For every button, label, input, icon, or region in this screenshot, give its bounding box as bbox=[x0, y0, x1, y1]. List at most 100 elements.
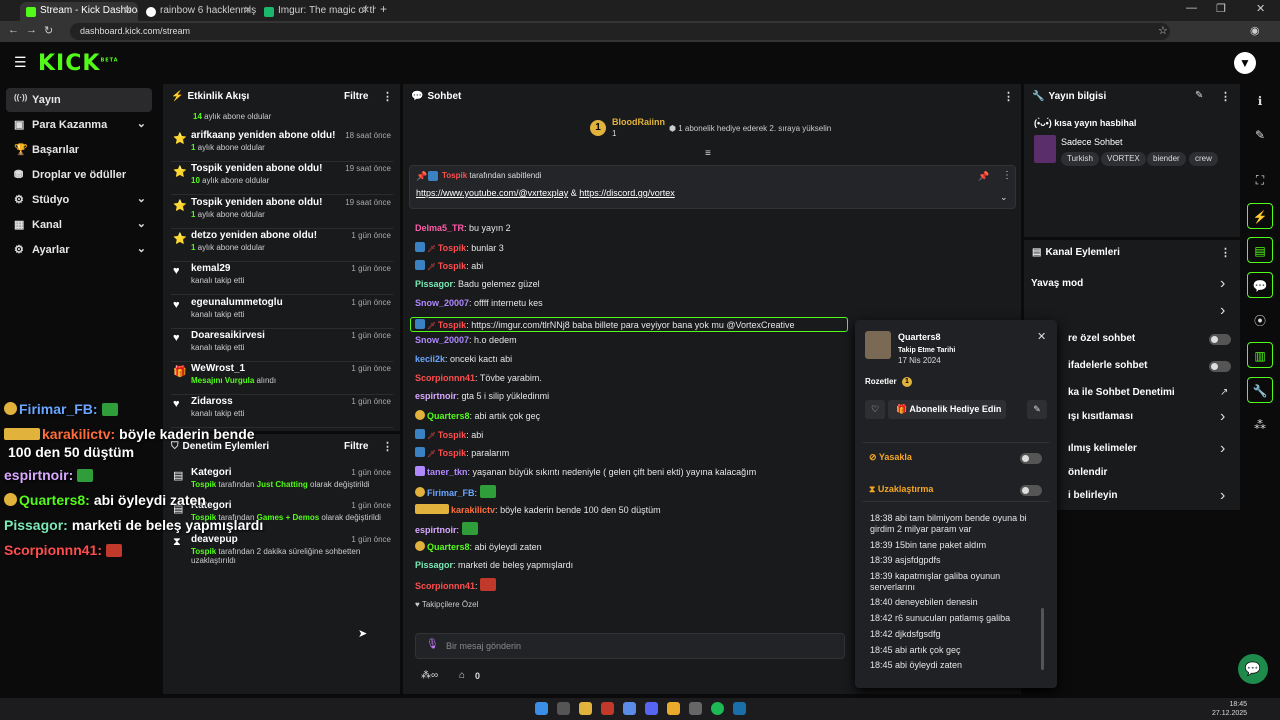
gift-sub-button[interactable]: 🎁 Abonelik Hediye Edin bbox=[888, 400, 1006, 419]
points-icon[interactable]: ⁂∞ bbox=[421, 670, 438, 681]
reload-icon[interactable]: ↻ bbox=[44, 24, 53, 37]
channel-action-item[interactable]: önlendir bbox=[1068, 467, 1107, 478]
chevron-down-icon[interactable]: ⌄ bbox=[137, 192, 146, 205]
channel-action-item[interactable]: i belirleyin bbox=[1068, 490, 1117, 501]
chat-username[interactable]: Tospik bbox=[438, 430, 466, 440]
chat-icon[interactable]: 💬 bbox=[1247, 272, 1273, 298]
activity-filter-button[interactable]: Filtre bbox=[344, 91, 368, 102]
avatar[interactable]: ▼ bbox=[1234, 52, 1256, 74]
chat-input[interactable]: 🎙 Bir mesaj gönderin bbox=[415, 633, 845, 659]
microphone-icon[interactable]: 🎙 bbox=[426, 639, 439, 650]
activity-item[interactable]: ⭐ detzo yeniden abone oldu! 1 aylık abone … bbox=[171, 229, 393, 262]
url-field[interactable]: dashboard.kick.com/stream bbox=[70, 23, 1170, 40]
discord-link[interactable]: https://discord.gg/vortex bbox=[579, 188, 675, 198]
minimize-icon[interactable]: — bbox=[1186, 2, 1197, 14]
close-tab-icon[interactable]: ✕ bbox=[244, 5, 252, 16]
crop-icon[interactable]: ⛶ bbox=[1247, 167, 1273, 193]
chat-username[interactable]: espirtnoir bbox=[415, 525, 457, 535]
new-tab-icon[interactable]: + bbox=[380, 2, 387, 16]
kick-logo[interactable]: KICKBETA bbox=[38, 51, 119, 76]
pinned-more-icon[interactable]: ⋮ bbox=[1002, 170, 1012, 181]
ban-toggle[interactable] bbox=[1020, 453, 1042, 464]
mod-tools-icon[interactable]: ✎ bbox=[1027, 400, 1047, 419]
chat-message[interactable]: 🗡 Tospik: https://imgur.com/tlrNNj8 baba… bbox=[410, 316, 848, 332]
sidebar-item[interactable]: ⛃ Droplar ve ödüller bbox=[6, 163, 152, 187]
setting-toggle[interactable] bbox=[1209, 361, 1231, 372]
maximize-icon[interactable]: ❐ bbox=[1216, 2, 1226, 15]
chat-username[interactable]: Tospik bbox=[438, 243, 466, 253]
activity-more-icon[interactable]: ⋮ bbox=[382, 90, 393, 103]
edit-icon[interactable]: ✎ bbox=[1195, 90, 1203, 101]
chat-username[interactable]: taner_tkn bbox=[427, 467, 468, 477]
gift-cta[interactable]: ⬢ 1 abonelik hediye ederek 2. sıraya yük… bbox=[669, 124, 831, 133]
chrome-icon[interactable] bbox=[667, 702, 680, 715]
lightning-icon[interactable]: ⚡ bbox=[1247, 203, 1273, 229]
pencil-icon[interactable]: ✎ bbox=[1247, 122, 1273, 148]
obs-icon[interactable] bbox=[689, 702, 702, 715]
chat-message[interactable]: Pissagor: Badu gelemez güzel bbox=[415, 279, 540, 289]
spotify-icon[interactable] bbox=[711, 702, 724, 715]
chevron-right-icon[interactable]: › bbox=[1220, 408, 1225, 426]
chat-username[interactable]: Tospik bbox=[438, 261, 466, 271]
close-window-icon[interactable]: ✕ bbox=[1256, 2, 1265, 15]
chat-username[interactable]: kecii2k bbox=[415, 354, 445, 364]
chat-message[interactable]: Pissagor: marketi de beleş yapmışlardı bbox=[415, 560, 573, 570]
chat-username[interactable]: Delma5_TR bbox=[415, 223, 464, 233]
chat-message[interactable]: 🗡 Tospik: bunlar 3 bbox=[415, 241, 504, 253]
calendar-icon[interactable] bbox=[601, 702, 614, 715]
moderator-name[interactable]: Tospik bbox=[191, 547, 216, 556]
file-explorer-icon[interactable] bbox=[579, 702, 592, 715]
app-icon[interactable] bbox=[623, 702, 636, 715]
pinned-by-user[interactable]: Tospik bbox=[442, 171, 467, 180]
chevron-right-icon[interactable]: › bbox=[1220, 440, 1225, 458]
browser-tab-kick[interactable]: Stream - Kick Dashboard ✕ bbox=[20, 2, 138, 21]
channel-action-item[interactable]: ışı kısıtlaması bbox=[1068, 411, 1133, 422]
forward-icon[interactable]: → bbox=[26, 24, 37, 36]
chat-message[interactable]: karakilictv: böyle kaderin bende 100 den… bbox=[415, 503, 661, 515]
chevron-right-icon[interactable]: › bbox=[1220, 302, 1225, 320]
unpin-icon[interactable]: 📌 bbox=[978, 171, 989, 182]
channel-actions-more-icon[interactable]: ⋮ bbox=[1220, 246, 1231, 259]
activity-item[interactable]: ♥ kemal29 kanalı takip etti 1 gün önce bbox=[171, 262, 393, 296]
gift-leader-name[interactable]: BloodRaiinn bbox=[612, 117, 665, 127]
chat-message[interactable]: taner_tkn: yaşanan büyük sıkıntı nedeniy… bbox=[415, 466, 756, 477]
moderator-name[interactable]: Tospik bbox=[191, 480, 216, 489]
activity-item[interactable]: 🎁 WeWrost_1 Mesajını Vurgula alındı 1 gün ö… bbox=[171, 362, 393, 396]
sidebar-item[interactable]: ((·)) Yayın bbox=[6, 88, 152, 112]
chat-message[interactable]: Scorpionnn41: Tövbe yarabim. bbox=[415, 373, 542, 383]
chat-message[interactable]: Delma5_TR: bu yayın 2 bbox=[415, 223, 511, 233]
channel-action-item[interactable]: ka ile Sohbet Denetimi bbox=[1068, 387, 1175, 398]
chat-message[interactable]: Scorpionnn41: bbox=[415, 578, 497, 592]
close-icon[interactable]: ✕ bbox=[1037, 330, 1046, 343]
youtube-link[interactable]: https://www.youtube.com/@vxrtexplay bbox=[416, 188, 568, 198]
search-icon[interactable] bbox=[557, 702, 570, 715]
chat-more-icon[interactable]: ⋮ bbox=[1003, 90, 1014, 103]
chat-username[interactable]: Scorpionnn41 bbox=[415, 581, 475, 591]
external-link-icon[interactable]: ↗ bbox=[1220, 387, 1228, 398]
chat-username[interactable]: Quarters8 bbox=[427, 542, 470, 552]
chat-username[interactable]: Tospik bbox=[438, 448, 466, 458]
channel-action-item[interactable]: ifadelerle sohbet bbox=[1068, 360, 1147, 371]
chevron-down-icon[interactable]: ⌄ bbox=[137, 242, 146, 255]
sidebar-item[interactable]: ⚙ Ayarlar ⌄ bbox=[6, 238, 152, 262]
chevron-right-icon[interactable]: › bbox=[1220, 275, 1225, 293]
chat-message[interactable]: 🗡 Tospik: abi bbox=[415, 428, 483, 440]
activity-item[interactable]: ⭐ Tospik yeniden abone oldu! 1 aylık abone… bbox=[171, 196, 393, 229]
sidebar-item[interactable]: ▣ Para Kazanma ⌄ bbox=[6, 113, 152, 137]
start-icon[interactable] bbox=[535, 702, 548, 715]
chat-message[interactable]: 🗡 Tospik: paralarım bbox=[415, 447, 509, 458]
moderation-filter-button[interactable]: Filtre bbox=[344, 441, 368, 452]
chat-message[interactable]: Snow_20007: offff internetu kes bbox=[415, 298, 543, 308]
activity-item[interactable]: ♥ Doaresaikirvesi kanalı takip etti 1 gün ö… bbox=[171, 329, 393, 362]
chat-username[interactable]: Tospik bbox=[438, 320, 466, 330]
moderation-more-icon[interactable]: ⋮ bbox=[382, 440, 393, 453]
chat-username[interactable]: Pissagor bbox=[415, 279, 453, 289]
setting-toggle[interactable] bbox=[1209, 334, 1231, 345]
close-tab-icon[interactable]: ✕ bbox=[362, 5, 370, 16]
clock[interactable]: 18:45 27.12.2025 bbox=[1212, 700, 1247, 718]
chat-username[interactable]: Snow_20007 bbox=[415, 298, 469, 308]
store-icon[interactable]: ⌂ bbox=[459, 670, 465, 681]
layout-icon[interactable]: ▥ bbox=[1247, 342, 1273, 368]
chat-username[interactable]: Snow_20007 bbox=[415, 335, 469, 345]
activity-item[interactable]: ⭐ arifkaanp yeniden abone oldu! 1 aylık ab… bbox=[171, 129, 393, 162]
